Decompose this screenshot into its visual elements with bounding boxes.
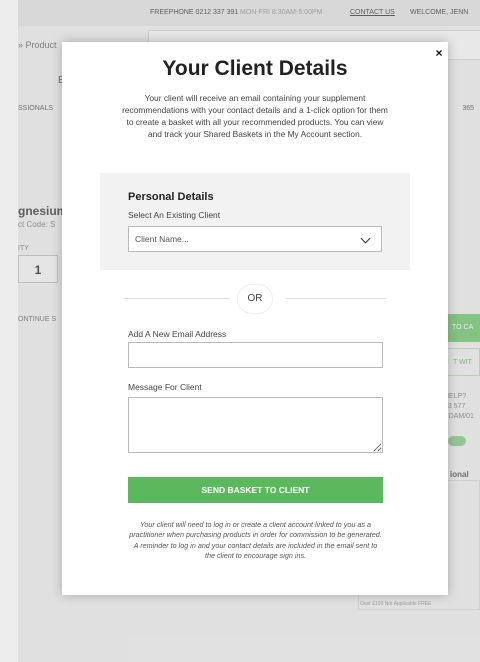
- modal-description: Your client will receive an email contai…: [122, 93, 388, 139]
- email-field[interactable]: [128, 342, 383, 368]
- send-basket-button[interactable]: SEND BASKET TO CLIENT: [128, 477, 383, 503]
- divider-right: [286, 298, 386, 299]
- commission-footnote: Your client will need to log in or creat…: [129, 520, 382, 560]
- personal-details-panel: Personal Details Select An Existing Clie…: [100, 173, 410, 270]
- message-textarea[interactable]: [128, 397, 383, 453]
- select-client-label: Select An Existing Client: [128, 210, 221, 220]
- client-select-value: Client Name...: [135, 234, 189, 244]
- or-separator: OR: [237, 284, 273, 314]
- message-label: Message For Client: [128, 382, 202, 392]
- divider-left: [124, 298, 230, 299]
- personal-details-heading: Personal Details: [128, 191, 214, 203]
- chevron-down-icon: [360, 233, 371, 244]
- modal-title: Your Client Details: [162, 57, 348, 80]
- email-label: Add A New Email Address: [128, 329, 227, 339]
- client-details-modal: × Your Client Details Your client will r…: [62, 42, 448, 595]
- client-select-dropdown[interactable]: Client Name...: [128, 226, 382, 252]
